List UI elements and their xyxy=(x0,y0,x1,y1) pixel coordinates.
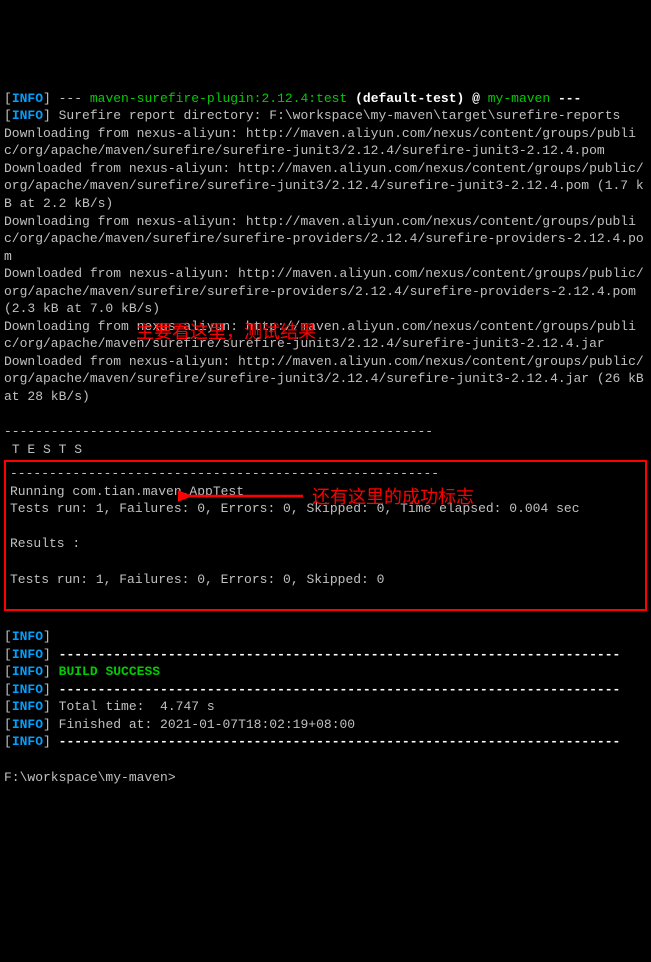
download-line: Downloading from nexus-aliyun: http://ma… xyxy=(4,126,636,159)
log-level: INFO xyxy=(12,699,43,714)
separator: ----------------------------------------… xyxy=(51,647,621,662)
downloaded-line: Downloaded from nexus-aliyun: http://mav… xyxy=(4,266,644,316)
project-name: my-maven xyxy=(488,91,550,106)
downloaded-line: Downloaded from nexus-aliyun: http://mav… xyxy=(4,354,651,404)
terminal-output: [INFO] --- maven-surefire-plugin:2.12.4:… xyxy=(4,72,647,786)
separator: ----------------------------------------… xyxy=(4,424,433,439)
command-prompt[interactable]: F:\workspace\my-maven> xyxy=(4,770,176,785)
tests-header: T E S T S xyxy=(4,442,82,457)
test-summary: Tests run: 1, Failures: 0, Errors: 0, Sk… xyxy=(10,572,384,587)
separator: ----------------------------------------… xyxy=(51,734,621,749)
annotation-tests: 主要看这里，测试结果 xyxy=(136,320,316,344)
surefire-dir: ] Surefire report directory: F:\workspac… xyxy=(43,108,620,123)
results-label: Results : xyxy=(10,536,80,551)
total-time: Total time: 4.747 s xyxy=(51,699,215,714)
log-level: INFO xyxy=(12,664,43,679)
bracket: [ xyxy=(4,91,12,106)
log-level: INFO xyxy=(12,629,43,644)
log-level: INFO xyxy=(12,717,43,732)
running-test: Running com.tian.maven.AppTest xyxy=(10,484,244,499)
log-level: INFO xyxy=(12,108,43,123)
log-level: INFO xyxy=(12,734,43,749)
build-success: BUILD SUCCESS xyxy=(51,664,160,679)
log-level: INFO xyxy=(12,91,43,106)
downloaded-line: Downloaded from nexus-aliyun: http://mav… xyxy=(4,161,644,211)
tests-result-box: ----------------------------------------… xyxy=(4,460,647,610)
download-line: Downloading from nexus-aliyun: http://ma… xyxy=(4,214,644,264)
test-summary: Tests run: 1, Failures: 0, Errors: 0, Sk… xyxy=(10,501,580,516)
log-level: INFO xyxy=(12,682,43,697)
download-line: Downloading from nexus-aliyun: http://ma… xyxy=(4,319,636,352)
annotation-success: 还有这里的成功标志 xyxy=(312,485,474,509)
log-level: INFO xyxy=(12,647,43,662)
finished-at: Finished at: 2021-01-07T18:02:19+08:00 xyxy=(51,717,355,732)
plugin-name: maven-surefire-plugin:2.12.4:test xyxy=(90,91,347,106)
separator: ----------------------------------------… xyxy=(10,466,439,481)
separator: ----------------------------------------… xyxy=(51,682,621,697)
